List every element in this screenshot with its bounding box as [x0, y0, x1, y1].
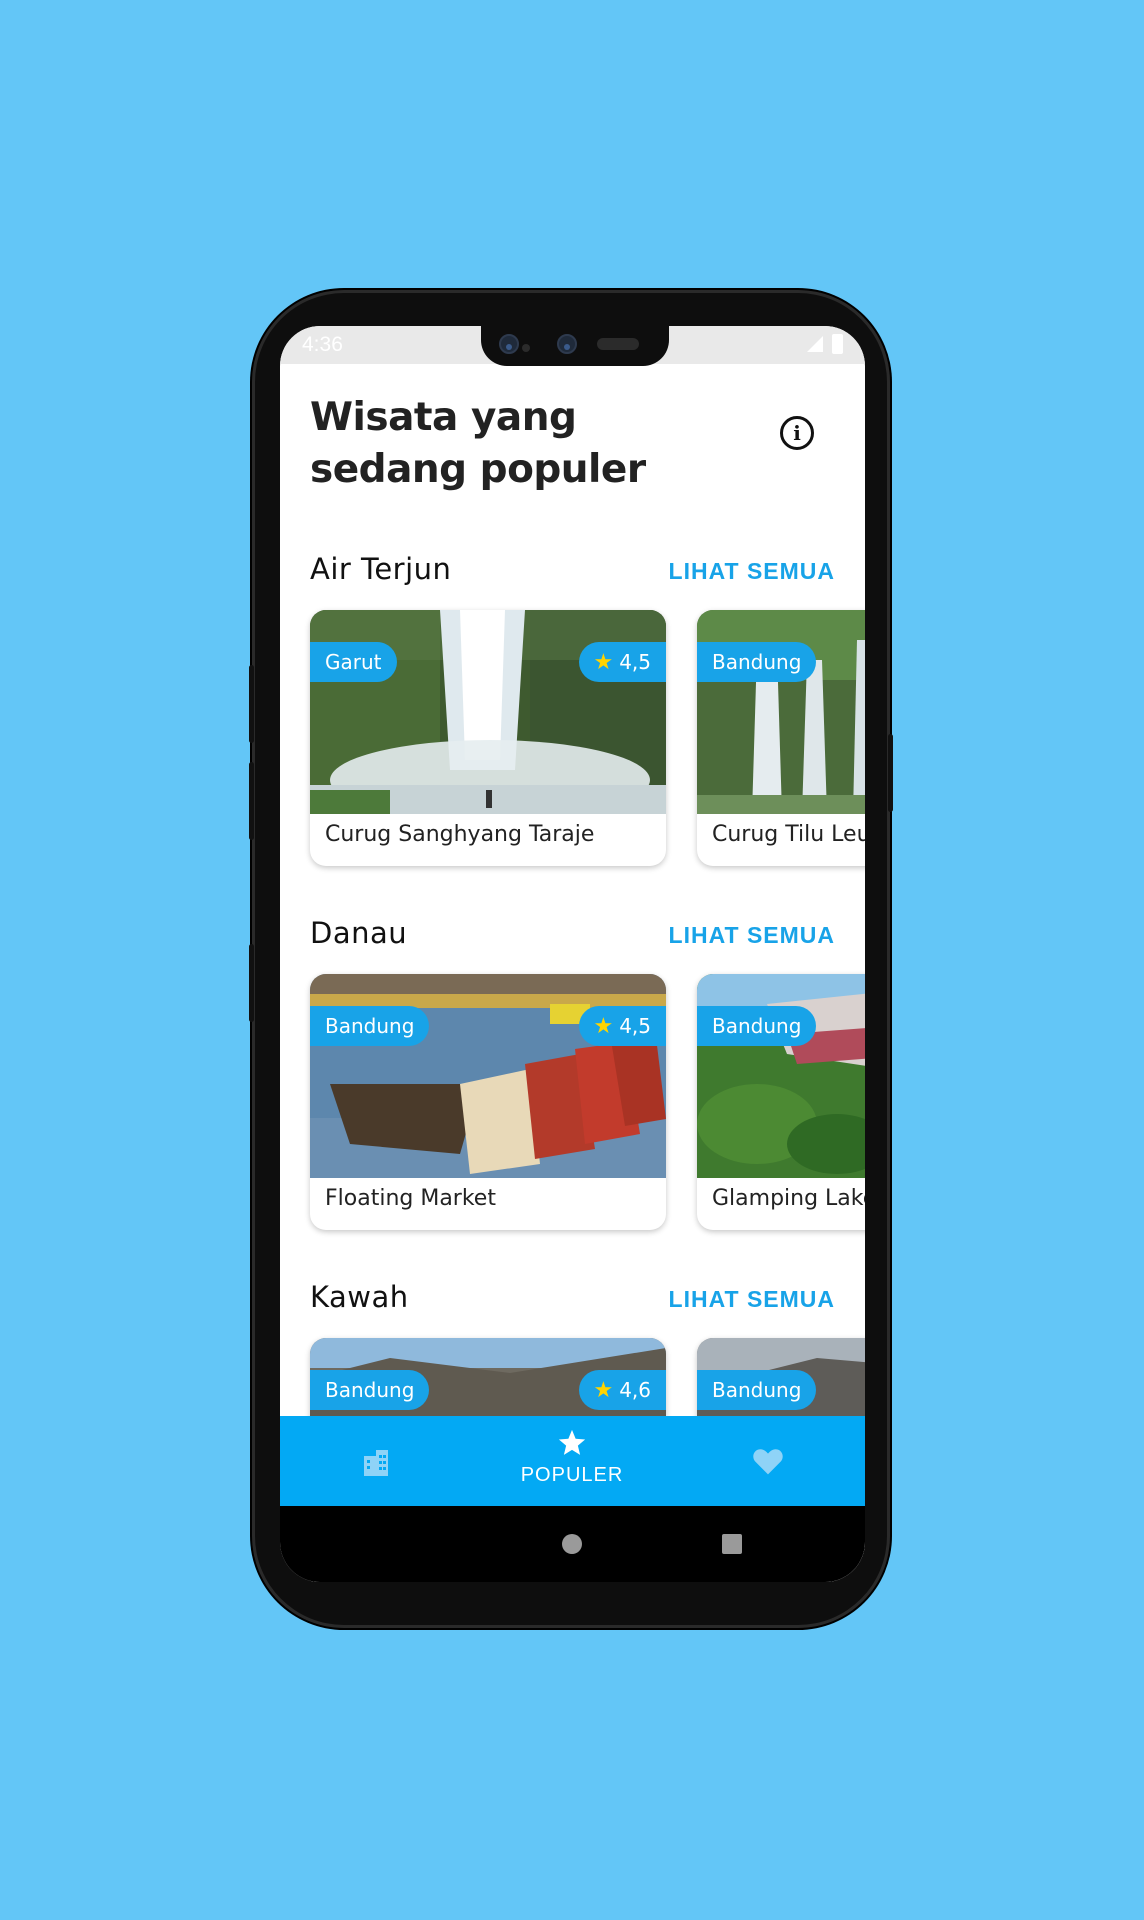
star-icon: ★ — [593, 1014, 614, 1039]
destination-card[interactable]: Bandung ★ 4,5 Floating Market — [310, 974, 666, 1230]
destination-card[interactable]: Bandung Glamping Lakeside — [697, 974, 865, 1230]
bottom-navigation: POPULER — [280, 1416, 865, 1506]
see-all-button[interactable]: LIHAT SEMUA — [669, 1286, 835, 1313]
system-navigation-bar — [280, 1506, 865, 1582]
see-all-button[interactable]: LIHAT SEMUA — [669, 558, 835, 585]
rating-value: 4,5 — [619, 650, 651, 674]
tea-garden-photo — [697, 974, 865, 1178]
destination-card[interactable]: Garut ★ 4,5 Curug Sanghyang Taraje — [310, 610, 666, 866]
nav-item-populer[interactable]: POPULER — [506, 1416, 638, 1506]
speaker-grille — [597, 338, 639, 350]
home-button[interactable] — [562, 1534, 582, 1554]
section-title: Danau — [310, 916, 408, 950]
nav-label-populer: POPULER — [520, 1464, 624, 1486]
destination-name: Floating Market — [325, 1186, 496, 1211]
location-badge: Bandung — [310, 1370, 430, 1410]
destination-name: Curug Tilu Leuwi — [712, 822, 865, 847]
recents-button[interactable] — [722, 1534, 742, 1554]
destination-name: Glamping Lakeside — [712, 1186, 865, 1211]
rating-badge: ★ 4,5 — [579, 1006, 666, 1046]
star-icon: ★ — [593, 1378, 614, 1403]
location-badge: Bandung — [697, 1006, 817, 1046]
signal-icon — [807, 336, 823, 352]
location-badge: Bandung — [697, 1370, 817, 1410]
sensor — [522, 344, 530, 352]
rating-value: 4,6 — [619, 1378, 651, 1402]
nav-item-city[interactable] — [340, 1416, 412, 1506]
camera-notch — [481, 326, 669, 366]
page-title: Wisata yang sedang populer — [310, 395, 646, 492]
waterfall-photo — [310, 610, 666, 814]
rating-badge: ★ 4,5 — [579, 642, 666, 682]
bixby-button — [249, 944, 254, 1022]
city-icon — [364, 1450, 388, 1476]
destination-card[interactable]: Bandung Curug Tilu Leuwi — [697, 610, 865, 866]
info-icon[interactable]: i — [780, 416, 814, 450]
location-badge: Garut — [310, 642, 397, 682]
status-time: 4:36 — [302, 333, 343, 356]
location-badge: Bandung — [697, 642, 817, 682]
battery-icon — [832, 334, 843, 354]
app-screen: 4:36 Wisata yang sedang populer i Air Te… — [280, 326, 865, 1582]
rating-value: 4,5 — [619, 1014, 651, 1038]
lake-boats-photo — [310, 974, 666, 1178]
heart-icon — [753, 1449, 783, 1475]
star-icon: ★ — [593, 650, 614, 675]
section-title: Air Terjun — [310, 552, 452, 586]
nav-item-favorite[interactable] — [732, 1416, 804, 1506]
volume-button — [249, 665, 254, 743]
section-title: Kawah — [310, 1280, 409, 1314]
front-camera — [557, 334, 577, 354]
waterfall-photo — [697, 610, 865, 814]
see-all-button[interactable]: LIHAT SEMUA — [669, 922, 835, 949]
rating-badge: ★ 4,6 — [579, 1370, 666, 1410]
location-badge: Bandung — [310, 1006, 430, 1046]
destination-name: Curug Sanghyang Taraje — [325, 822, 595, 847]
front-camera — [499, 334, 519, 354]
power-button — [888, 734, 893, 812]
star-icon — [558, 1429, 586, 1455]
volume-button — [249, 762, 254, 840]
